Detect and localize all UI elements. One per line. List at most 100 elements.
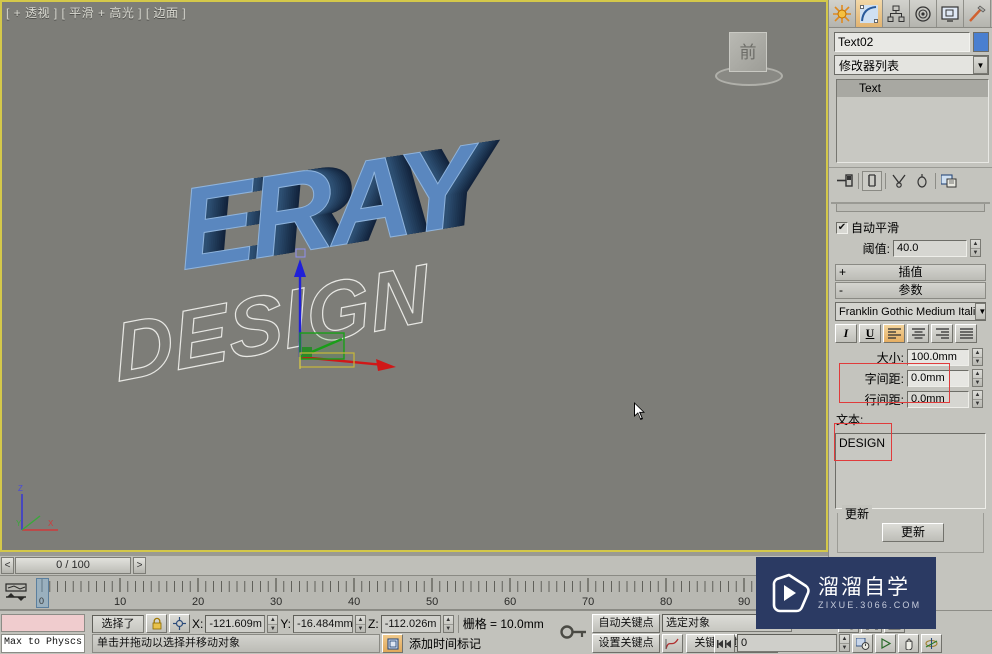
maxscript-output-field[interactable]: Max to Physcs ( — [1, 634, 85, 653]
kerning-label: 字间距: — [864, 371, 904, 386]
toolbar-divider — [858, 172, 859, 189]
hierarchy-tab[interactable] — [883, 0, 910, 27]
svg-text:30: 30 — [270, 596, 282, 608]
threshold-field[interactable]: 40.0 — [893, 239, 967, 257]
threshold-spinner[interactable]: ▲ ▼ — [970, 239, 981, 257]
add-time-tag-icon[interactable] — [382, 634, 403, 653]
auto-smooth-group: ✔ 自动平滑 阈值: 40.0 ▲ ▼ — [831, 212, 990, 263]
underline-glyph: U — [865, 326, 875, 340]
show-end-result-icon[interactable] — [862, 170, 882, 191]
svg-text:40: 40 — [348, 596, 360, 608]
threshold-label: 阈值: — [862, 241, 890, 256]
parameters-rollout-header[interactable]: - 参数 — [835, 282, 986, 299]
align-justify-button[interactable] — [955, 324, 977, 343]
remove-modifier-icon[interactable] — [912, 171, 932, 191]
display-tab[interactable] — [937, 0, 964, 27]
perspective-viewport[interactable]: [ + 透视 ] [ 平滑 + 高光 ] [ 边面 ] ERAY ERAY DE… — [0, 0, 828, 552]
lock-icon[interactable] — [146, 614, 167, 633]
next-frame-button[interactable]: > — [133, 557, 146, 574]
curve-editor-icon[interactable] — [662, 634, 683, 653]
command-panel: Text02 修改器列表 ▼ Text ✔ 自动平滑 阈值: 40.0 ▲ ▼ … — [828, 0, 992, 610]
make-unique-icon[interactable] — [889, 171, 909, 191]
modifier-stack-item[interactable]: Text — [837, 80, 988, 97]
add-time-tag-label[interactable]: 添加时间标记 — [409, 635, 481, 652]
current-frame-display[interactable]: 0 / 100 — [15, 557, 131, 574]
text-params-group: 大小: 100.0mm ▲ ▼ 字间距: 0.0mm ▲ ▼ 行间距: 0.0mm … — [831, 343, 990, 431]
kerning-spinner[interactable]: ▲ ▼ — [972, 369, 983, 387]
play-icon[interactable] — [875, 634, 896, 653]
maxscript-input-field[interactable] — [1, 614, 85, 632]
text-content-label: 文本: — [836, 413, 864, 427]
create-tab[interactable] — [829, 0, 856, 27]
svg-text:60: 60 — [504, 596, 516, 608]
underline-button[interactable]: U — [859, 324, 881, 343]
auto-key-button[interactable]: 自动关键点 — [592, 614, 660, 633]
leading-field[interactable]: 0.0mm — [907, 390, 969, 408]
auto-smooth-checkbox[interactable]: ✔ — [836, 221, 848, 234]
animation-controls: 自动关键点 设置关键点 选定对象 关键点过滤器... — [558, 611, 792, 654]
interpolation-rollout-title: 插值 — [898, 265, 923, 279]
update-group: 更新 更新 — [837, 505, 984, 553]
font-family-dropdown[interactable]: Franklin Gothic Medium Itali ▼ — [835, 302, 986, 321]
time-slider-bar: < 0 / 100 > — [0, 556, 828, 576]
frame-number-field[interactable]: 0 — [737, 634, 837, 652]
track-bar-ruler-ticks: 10 20 30 40 50 60 70 80 90 — [41, 578, 823, 608]
time-config-icon[interactable] — [852, 634, 873, 653]
x-coord-label: X: — [192, 616, 204, 631]
z-spinner[interactable]: ▲ ▼ — [442, 614, 454, 633]
motion-tab[interactable] — [910, 0, 937, 27]
view-cube-face[interactable]: 前 — [729, 32, 767, 72]
svg-text:50: 50 — [426, 596, 438, 608]
axis-tripod: Z Y X — [16, 484, 58, 531]
time-slider-handle[interactable]: 0 — [36, 578, 49, 608]
z-coord-field[interactable]: -112.026m — [380, 614, 441, 633]
interpolation-rollout-header[interactable]: + 插值 — [835, 264, 986, 281]
leading-spinner[interactable]: ▲ ▼ — [972, 390, 983, 408]
size-spinner[interactable]: ▲ ▼ — [972, 348, 983, 366]
chevron-down-icon[interactable]: ▼ — [975, 303, 985, 320]
pan-hand-icon[interactable] — [898, 634, 919, 653]
pin-stack-icon[interactable] — [835, 171, 855, 191]
y-coord-label: Y: — [280, 616, 292, 631]
view-cube[interactable]: 前 — [712, 30, 786, 92]
key-icon[interactable] — [560, 621, 588, 643]
rollout-container[interactable]: ✔ 自动平滑 阈值: 40.0 ▲ ▼ + 插值 - 参数 Franklin Go… — [831, 202, 990, 610]
prev-frame-button[interactable]: < — [1, 557, 14, 574]
object-name-field[interactable]: Text02 — [834, 32, 970, 52]
set-key-button[interactable]: 设置关键点 — [592, 634, 660, 653]
maxscript-mini-listener[interactable]: Max to Physcs ( — [0, 611, 86, 654]
kerning-field[interactable]: 0.0mm — [907, 369, 969, 387]
x-coord-field[interactable]: -121.609m — [205, 614, 266, 633]
align-center-button[interactable] — [907, 324, 929, 343]
align-right-button[interactable] — [931, 324, 953, 343]
frame-spinner[interactable]: ▲ ▼ — [839, 634, 850, 652]
text-content-textarea[interactable]: DESIGN — [835, 433, 986, 509]
watermark-text: 溜溜自学 ZIXUE.3066.COM — [818, 576, 921, 610]
modify-tab[interactable] — [856, 0, 883, 27]
go-to-start-end-icon[interactable] — [714, 634, 735, 653]
svg-text:X: X — [48, 519, 54, 528]
chevron-down-icon[interactable]: ▼ — [973, 56, 988, 74]
play-triangle-icon — [772, 573, 810, 613]
coordinate-center-icon[interactable] — [169, 614, 190, 633]
y-spinner[interactable]: ▲ ▼ — [355, 614, 367, 633]
command-panel-tabs — [829, 0, 992, 28]
align-left-button[interactable] — [883, 324, 905, 343]
size-field[interactable]: 100.0mm — [907, 348, 969, 366]
x-spinner[interactable]: ▲ ▼ — [267, 614, 279, 633]
status-bar-row-top: 选择了 X: -121.609m ▲ ▼ Y: -16.484mm ▲ ▼ Z: -… — [92, 614, 544, 633]
update-button[interactable]: 更新 — [882, 523, 944, 542]
status-bar-row-bottom: 单击并拖动以选择并移动对象 添加时间标记 — [92, 634, 481, 653]
track-bar[interactable]: 10 20 30 40 50 60 70 80 90 0 — [0, 576, 828, 610]
modifier-stack[interactable]: Text — [836, 79, 989, 163]
toolbar-divider — [885, 172, 886, 189]
italic-button[interactable]: I — [835, 324, 857, 343]
object-color-swatch[interactable] — [973, 32, 989, 52]
orbit-icon[interactable] — [921, 634, 942, 653]
modifier-list-dropdown[interactable]: 修改器列表 ▼ — [834, 55, 989, 75]
utilities-tab[interactable] — [964, 0, 991, 27]
move-transform-gizmo[interactable] — [284, 247, 414, 377]
y-coord-field[interactable]: -16.484mm — [293, 614, 354, 633]
configure-sets-icon[interactable] — [939, 171, 959, 191]
object-name-row: Text02 — [834, 32, 989, 52]
